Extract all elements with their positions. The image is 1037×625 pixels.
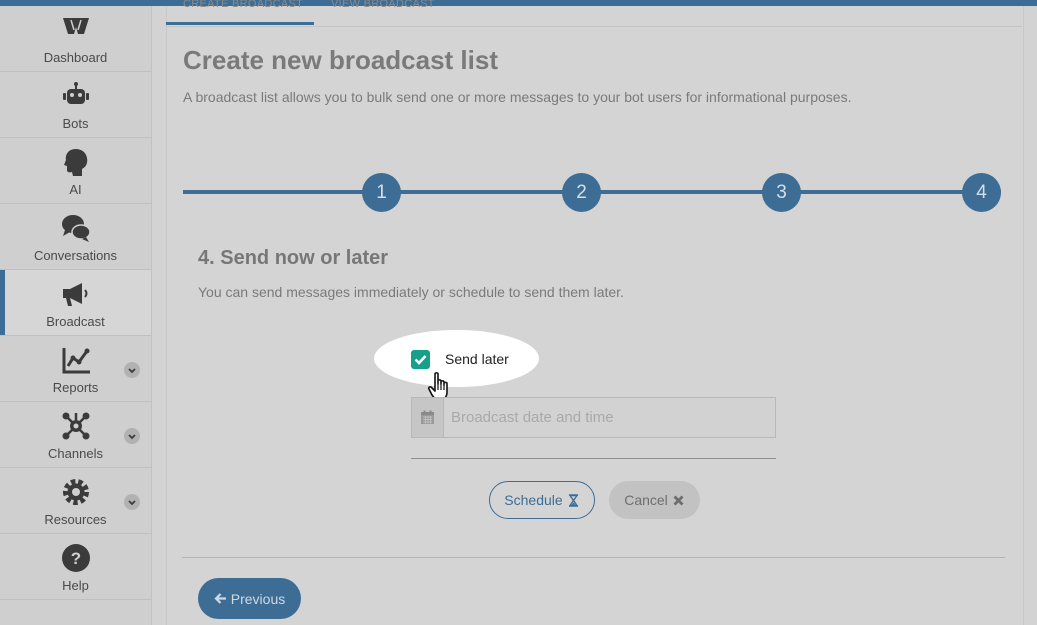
sidebar-item-label: Conversations — [33, 248, 118, 263]
sidebar-item-broadcast[interactable]: Broadcast — [0, 270, 151, 336]
sidebar-item-label: Bots — [62, 116, 89, 131]
previous-button[interactable]: Previous — [198, 578, 301, 619]
chat-bubbles-icon — [60, 212, 92, 244]
sidebar-item-label: Help — [62, 578, 89, 593]
step-3[interactable]: 3 — [762, 173, 801, 212]
sidebar: Dashboard Bots AI Conversations Broadcas… — [0, 6, 152, 625]
cancel-button[interactable]: Cancel — [609, 481, 700, 519]
send-later-checkbox[interactable] — [411, 350, 430, 369]
sidebar-item-resources[interactable]: Resources — [0, 468, 151, 534]
schedule-button-label: Schedule — [504, 492, 563, 508]
schedule-button[interactable]: Schedule — [489, 481, 595, 519]
sidebar-item-channels[interactable]: Channels — [0, 402, 151, 468]
network-icon — [60, 410, 92, 442]
previous-button-label: Previous — [230, 590, 286, 607]
checkmark-icon — [414, 355, 427, 365]
sidebar-item-conversations[interactable]: Conversations — [0, 204, 151, 270]
sidebar-item-label: Channels — [48, 446, 103, 461]
sidebar-item-reports[interactable]: Reports — [0, 336, 151, 402]
tab-create-broadcast[interactable]: CREATE BROADCAST — [183, 0, 303, 10]
brain-head-icon — [60, 146, 92, 178]
arrow-left-icon — [214, 592, 227, 605]
chevron-down-icon[interactable] — [124, 362, 140, 378]
cancel-button-label: Cancel — [624, 492, 668, 508]
close-icon — [672, 494, 685, 507]
sidebar-item-dashboard[interactable]: Dashboard — [0, 6, 151, 72]
tab-bar: CREATE BROADCAST VIEW BROADCAST — [166, 0, 1022, 27]
dashboard-icon — [60, 14, 92, 46]
megaphone-icon — [60, 278, 92, 310]
svg-text:?: ? — [71, 549, 81, 568]
step-4[interactable]: 4 — [962, 173, 1001, 212]
sidebar-item-ai[interactable]: AI — [0, 138, 151, 204]
chevron-down-icon[interactable] — [124, 428, 140, 444]
step-1[interactable]: 1 — [362, 173, 401, 212]
page-subtitle: A broadcast list allows you to bulk send… — [183, 89, 852, 105]
broadcast-datetime-input[interactable] — [444, 398, 774, 437]
form-divider — [411, 458, 776, 459]
tab-view-broadcast[interactable]: VIEW BROADCAST — [331, 0, 435, 10]
chevron-down-icon[interactable] — [124, 494, 140, 510]
robot-icon — [60, 80, 92, 112]
sidebar-item-label: Resources — [44, 512, 107, 527]
sidebar-item-label: Reports — [52, 380, 99, 395]
sidebar-item-label: Broadcast — [46, 314, 105, 329]
section-subtitle: You can send messages immediately or sch… — [198, 284, 624, 300]
page-title: Create new broadcast list — [183, 45, 498, 75]
sidebar-item-bots[interactable]: Bots — [0, 72, 151, 138]
calendar-addon[interactable] — [412, 398, 444, 437]
gear-icon — [60, 476, 92, 508]
step-2[interactable]: 2 — [562, 173, 601, 212]
active-tab-indicator — [166, 22, 314, 25]
footer-divider — [182, 557, 1005, 558]
send-later-label[interactable]: Send later — [445, 351, 509, 367]
section-title: 4. Send now or later — [198, 247, 389, 269]
help-icon: ? — [60, 542, 92, 574]
sidebar-item-help[interactable]: ? Help — [0, 534, 151, 600]
sidebar-item-label: AI — [69, 182, 82, 197]
hourglass-icon — [567, 493, 580, 507]
broadcast-datetime-field — [411, 397, 776, 438]
calendar-icon — [421, 410, 434, 424]
sidebar-item-label: Dashboard — [43, 50, 108, 65]
line-chart-icon — [60, 344, 92, 376]
